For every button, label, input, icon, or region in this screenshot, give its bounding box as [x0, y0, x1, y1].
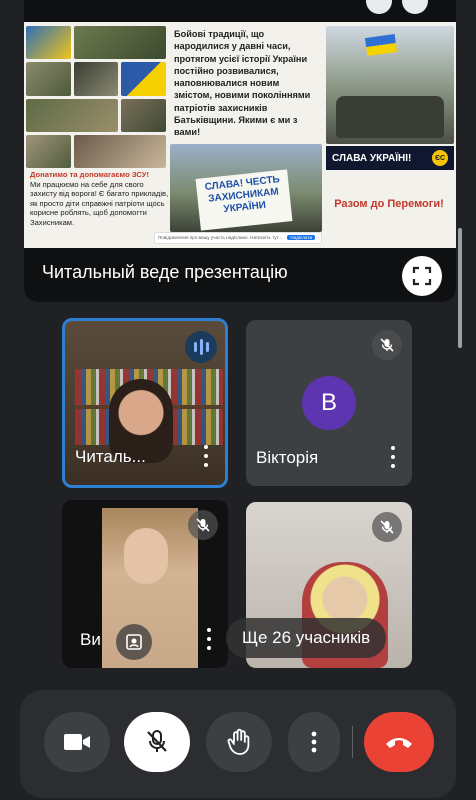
- participant-name: Ви: [80, 630, 101, 649]
- glory-banner: СЛАВА УКРАЇНІ! ЄС: [326, 146, 454, 170]
- raise-hand-button[interactable]: [206, 712, 272, 772]
- more-vert-icon[interactable]: [384, 446, 402, 468]
- more-options-button[interactable]: [288, 712, 340, 772]
- call-controls-bar: [20, 690, 456, 798]
- soldiers-photo: [73, 134, 166, 168]
- tank-photo: [326, 26, 454, 144]
- scrollbar[interactable]: [458, 228, 462, 348]
- more-vert-icon: [311, 731, 317, 753]
- close-icon[interactable]: [402, 0, 428, 14]
- soldiers-photo: [73, 62, 119, 96]
- slide-caption-bar: Повідомлення про вашу участь надіслано. …: [154, 232, 322, 244]
- participant-tile[interactable]: Читаль...: [62, 318, 228, 488]
- more-vert-icon[interactable]: [197, 445, 215, 467]
- presentation-label: Читальный веде презентацію: [42, 262, 288, 282]
- fullscreen-icon: [412, 266, 432, 286]
- camera-icon: [64, 734, 90, 750]
- flag-photo: [121, 62, 166, 96]
- raise-hand-icon: [227, 728, 250, 755]
- top-controls: [366, 0, 428, 14]
- soldiers-photo: [26, 134, 71, 168]
- rally-sign: СЛАВА! ЧЕСТЬ ЗАХИСНИКАМ УКРАЇНИ: [195, 169, 293, 231]
- effects-button[interactable]: [116, 624, 152, 660]
- caption-text: Повідомлення про вашу участь надіслано. …: [158, 235, 283, 240]
- participant-name: Читаль...: [75, 447, 146, 466]
- caption-button: Надіслати: [287, 235, 316, 240]
- mic-off-icon: [147, 730, 167, 752]
- slide-main-text: Бойові традиції, що народилися у давні ч…: [174, 29, 311, 138]
- participant-name: Вікторія: [256, 448, 319, 467]
- speaking-icon: [185, 331, 217, 363]
- eu-badge: ЄС: [432, 150, 448, 166]
- presentation-slide: Бойові традиції, що народилися у давні ч…: [24, 22, 456, 248]
- soldiers-photo: [26, 62, 71, 96]
- flag-icon: [364, 33, 398, 57]
- donate-title: Донатимо та допомагаємо ЗСУ!: [30, 170, 150, 179]
- participant-tile[interactable]: В Вікторія: [246, 320, 412, 486]
- mic-off-icon: [188, 510, 218, 540]
- meet-screen: Бойові традиції, що народилися у давні ч…: [0, 0, 476, 800]
- avatar: В: [302, 376, 356, 430]
- participant-tile-self[interactable]: Ви: [62, 500, 228, 668]
- soldiers-photo: [73, 26, 166, 60]
- victory-text: Разом до Перемоги!: [334, 198, 444, 210]
- glory-text: СЛАВА УКРАЇНІ!: [332, 152, 412, 164]
- rally-photo: СЛАВА! ЧЕСТЬ ЗАХИСНИКАМ УКРАЇНИ: [170, 144, 322, 232]
- tank-shape: [336, 96, 444, 138]
- photo-collage: [26, 26, 166, 168]
- fullscreen-button[interactable]: [402, 256, 442, 296]
- end-call-icon: [386, 738, 412, 748]
- banner-photo: [26, 26, 71, 60]
- mic-off-icon: [372, 512, 402, 542]
- end-call-button[interactable]: [364, 712, 434, 772]
- person-frame-icon: [126, 634, 142, 650]
- mic-off-icon: [372, 330, 402, 360]
- camera-button[interactable]: [44, 712, 110, 772]
- soldiers-photo: [121, 98, 166, 132]
- donate-block: Донатимо та допомагаємо ЗСУ! Ми працюємо…: [30, 170, 170, 228]
- soldiers-photo: [26, 98, 119, 132]
- presentation-panel[interactable]: Бойові традиції, що народилися у давні ч…: [24, 0, 456, 302]
- more-vert-icon[interactable]: [200, 628, 218, 650]
- info-icon[interactable]: [366, 0, 392, 14]
- more-participants-chip[interactable]: Ще 26 учасників: [226, 618, 387, 658]
- donate-text: Ми працюємо на себе для свого захисту ві…: [30, 179, 169, 227]
- divider: [352, 726, 353, 758]
- mic-button[interactable]: [124, 712, 190, 772]
